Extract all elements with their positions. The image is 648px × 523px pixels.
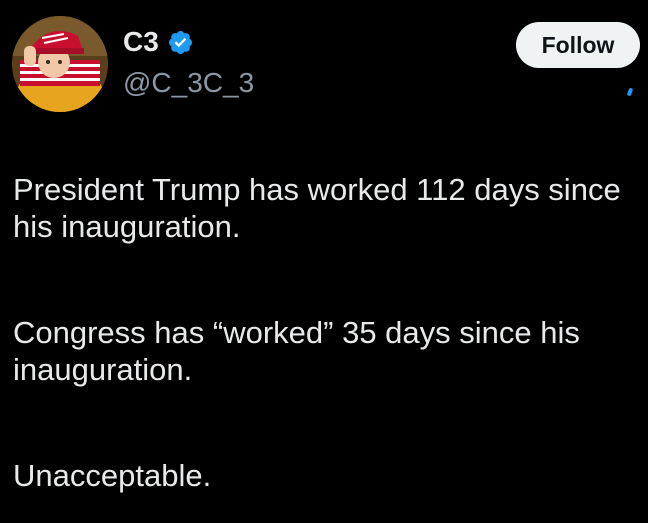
author-name-row[interactable]: C3 — [123, 26, 194, 58]
tweet-paragraph: Unacceptable. — [13, 458, 212, 493]
tweet-paragraph: Congress has “worked” 35 days since his … — [13, 315, 580, 387]
tweet-text: President Trump has worked 112 days sinc… — [13, 171, 633, 494]
author-handle[interactable]: @C_3C_3 — [123, 66, 254, 100]
tweet-paragraph: President Trump has worked 112 days sinc… — [13, 172, 621, 244]
avatar[interactable] — [12, 16, 108, 112]
author-display-name[interactable]: C3 — [123, 26, 159, 58]
follow-button[interactable]: Follow — [516, 22, 640, 68]
unread-indicator-dot — [626, 87, 634, 97]
verified-badge-icon — [167, 29, 194, 56]
post-card: C3 @C_3C_3 Follow President Trump has wo… — [0, 0, 648, 523]
